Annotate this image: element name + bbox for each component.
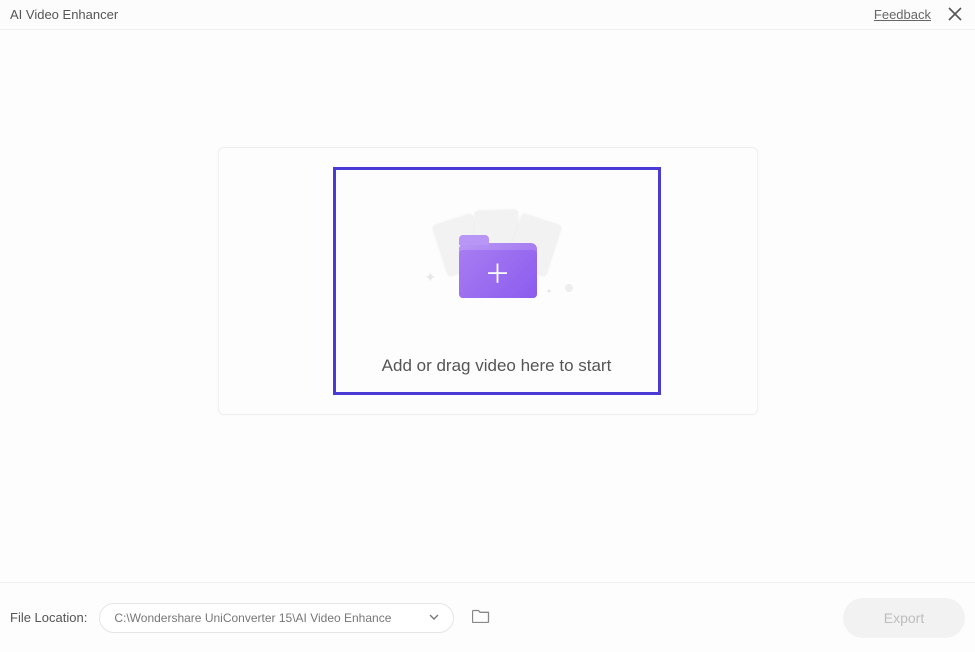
file-location-value: C:\Wondershare UniConverter 15\AI Video … (114, 611, 391, 625)
close-button[interactable] (945, 5, 965, 25)
close-icon (948, 6, 962, 24)
add-video-dropzone[interactable]: ＋ ✦ ✦ Add or drag video here to start (333, 167, 661, 395)
bottom-bar: File Location: C:\Wondershare UniConvert… (0, 582, 975, 652)
folder-plus-icon: ＋ ✦ ✦ (417, 204, 577, 314)
file-location-label: File Location: (10, 610, 87, 625)
dot-icon (565, 284, 573, 292)
export-button[interactable]: Export (843, 598, 965, 638)
app-title: AI Video Enhancer (10, 7, 118, 22)
sparkle-icon: ✦ (425, 269, 437, 286)
title-bar: AI Video Enhancer Feedback (0, 0, 975, 30)
folder-icon (472, 608, 490, 628)
chevron-down-icon (429, 612, 439, 623)
main-content: ＋ ✦ ✦ Add or drag video here to start (0, 30, 975, 582)
plus-icon: ＋ (484, 261, 510, 287)
dropzone-panel: ＋ ✦ ✦ Add or drag video here to start (218, 147, 758, 415)
browse-folder-button[interactable] (470, 607, 492, 629)
feedback-link[interactable]: Feedback (874, 7, 931, 22)
dropzone-prompt: Add or drag video here to start (382, 356, 612, 376)
sparkle-icon: ✦ (546, 287, 553, 296)
file-location-select[interactable]: C:\Wondershare UniConverter 15\AI Video … (99, 603, 454, 633)
header-actions: Feedback (874, 5, 965, 25)
